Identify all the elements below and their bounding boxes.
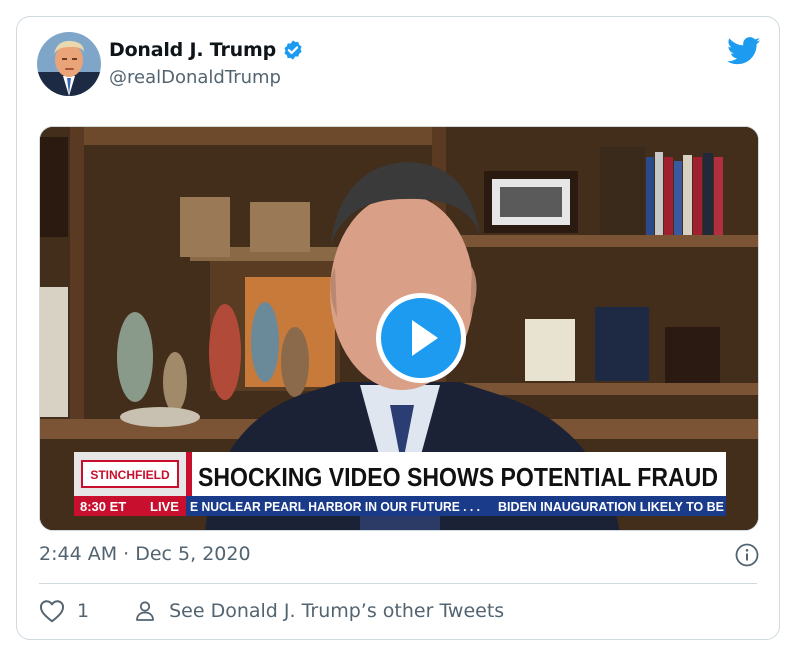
live-label: LIVE [150, 499, 179, 514]
avatar-photo [37, 32, 101, 96]
verified-badge-icon [284, 40, 302, 60]
divider [39, 583, 757, 584]
author-name[interactable]: Donald J. Trump [109, 39, 276, 61]
like-count: 1 [77, 600, 90, 622]
person-icon [136, 601, 154, 621]
tweet-actions: 1 See Donald J. Trump’s other Tweets [39, 599, 504, 623]
show-name: STINCHFIELD [90, 468, 170, 482]
headline: SHOCKING VIDEO SHOWS POTENTIAL FRAUD [198, 462, 718, 492]
see-other-tweets-label: See Donald J. Trump’s other Tweets [169, 600, 505, 622]
video-player[interactable]: STINCHFIELD SHOCKING VIDEO SHOWS POTENTI… [39, 126, 759, 531]
twitter-bird-icon[interactable] [727, 37, 761, 65]
ticker-right: BIDEN INAUGURATION LIKELY TO BE [498, 499, 724, 514]
play-icon [412, 320, 438, 356]
play-button[interactable] [376, 293, 466, 383]
author-handle[interactable]: @realDonaldTrump [109, 67, 281, 88]
see-other-tweets-link[interactable]: See Donald J. Trump’s other Tweets [133, 599, 504, 623]
avatar[interactable] [37, 32, 101, 96]
tweet-timestamp[interactable]: 2:44 AM · Dec 5, 2020 [39, 543, 251, 565]
like-button[interactable]: 1 [39, 599, 89, 623]
heart-icon [39, 600, 65, 623]
broadcast-time: 8:30 ET [80, 499, 126, 514]
info-icon[interactable] [735, 543, 759, 567]
author-name-row[interactable]: Donald J. Trump [109, 39, 304, 61]
ticker-left: E NUCLEAR PEARL HARBOR IN OUR FUTURE . .… [190, 499, 480, 514]
tweet-card[interactable]: Donald J. Trump @realDonaldTrump STINCHF… [16, 16, 780, 640]
